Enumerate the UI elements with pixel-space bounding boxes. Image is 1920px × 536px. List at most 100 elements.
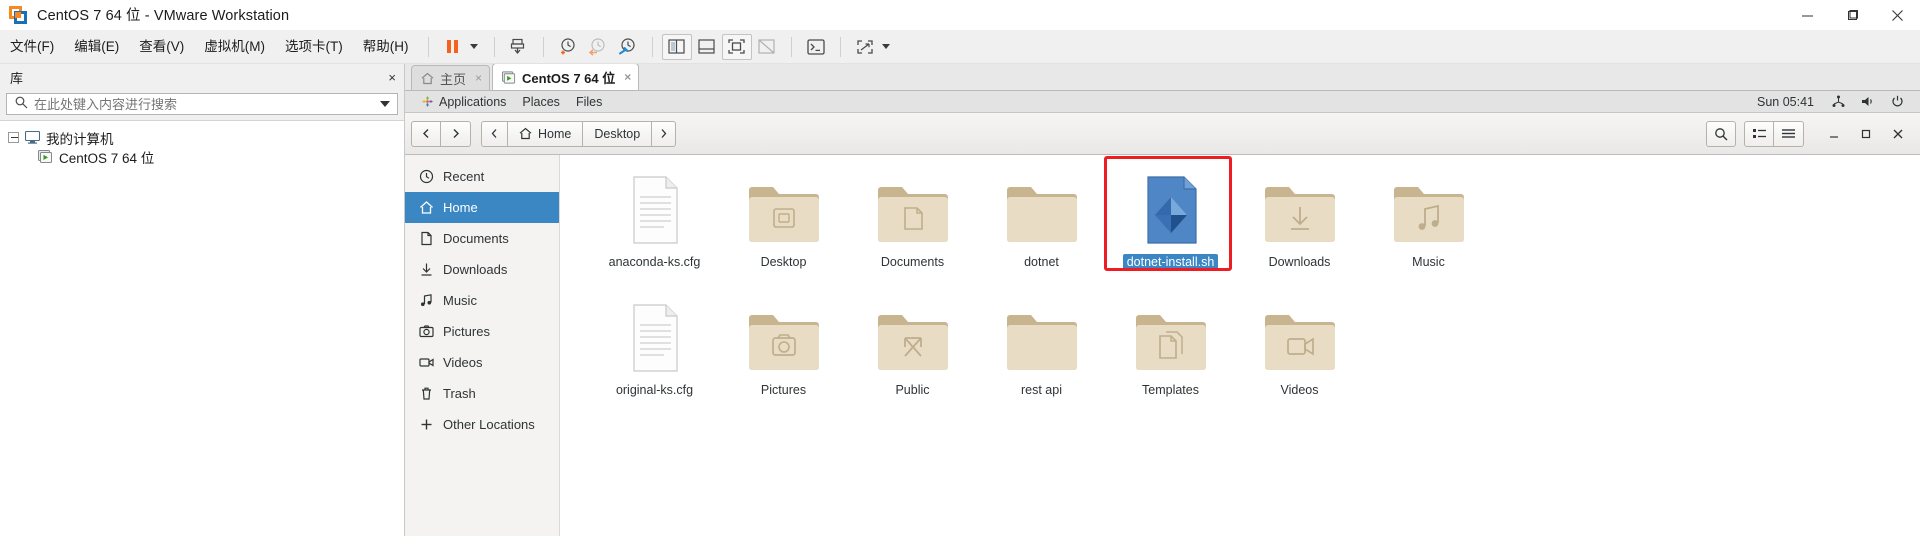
tree-item-label: CentOS 7 64 位 <box>59 150 155 166</box>
tree-item-my-computer[interactable]: 我的计算机 <box>0 128 404 147</box>
breadcrumb-next-icon[interactable] <box>652 120 677 147</box>
breadcrumb-desktop[interactable]: Desktop <box>583 120 653 147</box>
stretch-button[interactable] <box>850 34 880 60</box>
sidebar-item-downloads[interactable]: Downloads <box>405 254 559 285</box>
suspend-button[interactable] <box>438 34 468 60</box>
folder-icon <box>1005 175 1079 245</box>
search-icon[interactable] <box>1706 120 1736 147</box>
folder-icon <box>747 175 821 245</box>
file-item-templates[interactable]: Templates <box>1106 297 1235 399</box>
videos-icon <box>419 355 441 370</box>
toolbar-stretch-group <box>850 30 897 64</box>
tab-label: CentOS 7 64 位 <box>522 70 616 86</box>
gnome-places-menu[interactable]: Places <box>514 91 568 113</box>
list-view-icon[interactable] <box>1774 120 1804 147</box>
gnome-menu-label: Places <box>522 94 560 109</box>
sidebar-item-pictures[interactable]: Pictures <box>405 316 559 347</box>
console-button[interactable] <box>801 34 831 60</box>
sidebar-item-music[interactable]: Music <box>405 285 559 316</box>
gnome-top-bar: Applications Places Files Sun 05:41 <box>405 91 1920 113</box>
show-thumbnail-bar-button[interactable] <box>692 34 722 60</box>
sidebar-item-trash[interactable]: Trash <box>405 378 559 409</box>
file-item-public[interactable]: Public <box>848 297 977 399</box>
gnome-clock[interactable]: Sun 05:41 <box>1747 95 1824 109</box>
pictures-icon <box>419 324 441 339</box>
plus-icon <box>419 417 441 432</box>
snapshot-manager-button[interactable] <box>504 34 534 60</box>
menu-vm[interactable]: 虚拟机(M) <box>194 30 275 64</box>
sidebar-item-documents[interactable]: Documents <box>405 223 559 254</box>
minimize-icon[interactable] <box>1785 0 1830 30</box>
sidebar-item-label: Recent <box>443 169 485 184</box>
volume-icon[interactable] <box>1853 91 1883 113</box>
library-search-box[interactable] <box>6 93 398 115</box>
file-item-dotnet[interactable]: dotnet <box>977 169 1106 271</box>
breadcrumb-home[interactable]: Home <box>508 120 584 147</box>
minimize-icon[interactable] <box>1818 119 1850 149</box>
file-grid[interactable]: anaconda-ks.cfg Desktop Documents dotnet… <box>560 155 1920 536</box>
gnome-window-menu[interactable]: Files <box>568 91 610 113</box>
maximize-icon[interactable] <box>1850 119 1882 149</box>
close-icon[interactable] <box>1882 119 1914 149</box>
close-icon[interactable]: × <box>624 70 631 84</box>
tab-centos[interactable]: CentOS 7 64 位 × <box>492 63 640 90</box>
library-panel: 库 × 在此处键入内容进行搜索 我的计算机 CentOS 7 64 位 <box>0 64 405 536</box>
file-item-downloads[interactable]: Downloads <box>1235 169 1364 271</box>
back-arrow-icon[interactable] <box>411 120 441 147</box>
toolbar-power-group <box>438 30 485 64</box>
tree-item-centos[interactable]: CentOS 7 64 位 <box>0 147 404 166</box>
close-icon[interactable] <box>1875 0 1920 30</box>
chevron-down-icon[interactable] <box>469 44 478 49</box>
fullscreen-button[interactable] <box>721 33 752 60</box>
sidebar-item-recent[interactable]: Recent <box>405 161 559 192</box>
vm-running-icon <box>38 150 53 163</box>
library-search-input[interactable] <box>34 96 380 112</box>
breadcrumb-prev-icon[interactable] <box>481 120 508 147</box>
folder-icon <box>1263 303 1337 373</box>
file-item-dotnet-install-sh[interactable]: dotnet-install.sh <box>1106 169 1235 271</box>
sidebar-item-home[interactable]: Home <box>405 192 559 223</box>
chevron-down-icon[interactable] <box>881 44 890 49</box>
sidebar-item-videos[interactable]: Videos <box>405 347 559 378</box>
collapse-toggle-icon[interactable] <box>8 132 19 143</box>
menu-tabs[interactable]: 选项卡(T) <box>275 30 353 64</box>
files-window-controls <box>1818 119 1914 149</box>
manage-snapshots-button[interactable] <box>613 34 643 60</box>
tab-home[interactable]: 主页 × <box>411 65 491 90</box>
file-item-pictures[interactable]: Pictures <box>719 297 848 399</box>
menu-help[interactable]: 帮助(H) <box>353 30 419 64</box>
maximize-icon[interactable] <box>1830 0 1875 30</box>
file-item-desktop[interactable]: Desktop <box>719 169 848 271</box>
menu-view[interactable]: 查看(V) <box>129 30 194 64</box>
folder-icon <box>1263 175 1337 245</box>
sidebar-item-label: Home <box>443 200 478 215</box>
toolbar-separator <box>651 36 653 57</box>
file-item-music[interactable]: Music <box>1364 169 1493 271</box>
sidebar-item-other-locations[interactable]: Other Locations <box>405 409 559 440</box>
unity-button[interactable] <box>752 34 782 60</box>
file-item-original-ks-cfg[interactable]: original-ks.cfg <box>590 297 719 399</box>
power-icon[interactable] <box>1883 91 1912 113</box>
grid-view-icon[interactable] <box>1744 120 1774 147</box>
files-header-bar: Home Desktop <box>405 113 1920 155</box>
sidebar-item-label: Music <box>443 293 477 308</box>
library-close-icon[interactable]: × <box>388 71 396 84</box>
library-search-wrapper <box>0 90 404 120</box>
network-icon[interactable] <box>1824 91 1853 113</box>
forward-arrow-icon[interactable] <box>441 120 471 147</box>
files-window: Home Desktop Recent Home Documents Downl… <box>405 113 1920 536</box>
file-item-documents[interactable]: Documents <box>848 169 977 271</box>
navigation-buttons <box>411 120 471 147</box>
revert-snapshot-button[interactable] <box>583 34 613 60</box>
chevron-down-icon[interactable] <box>380 101 390 107</box>
take-snapshot-button[interactable] <box>553 34 583 60</box>
library-tree: 我的计算机 CentOS 7 64 位 <box>0 120 404 536</box>
file-item-rest-api[interactable]: rest api <box>977 297 1106 399</box>
show-library-button[interactable] <box>661 33 692 60</box>
gnome-applications-menu[interactable]: Applications <box>413 91 514 113</box>
close-icon[interactable]: × <box>475 71 482 85</box>
menu-edit[interactable]: 编辑(E) <box>64 30 129 64</box>
file-item-videos[interactable]: Videos <box>1235 297 1364 399</box>
file-item-anaconda-ks-cfg[interactable]: anaconda-ks.cfg <box>590 169 719 271</box>
menu-file[interactable]: 文件(F) <box>0 30 64 64</box>
